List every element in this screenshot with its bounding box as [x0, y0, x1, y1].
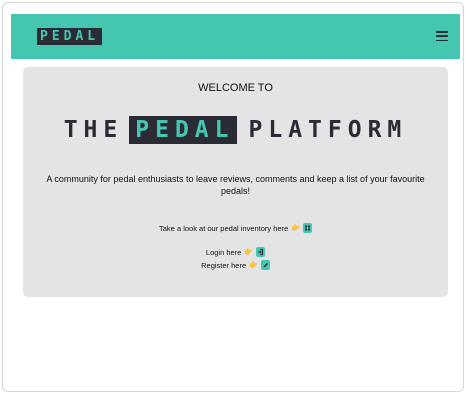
tagline: A community for pedal enthusiasts to lea…	[46, 174, 425, 196]
inventory-line: Take a look at our pedal inventory here …	[23, 223, 448, 233]
inventory-button[interactable]	[302, 223, 312, 233]
title-platform: PLATFORM	[248, 117, 408, 143]
login-button[interactable]	[256, 247, 266, 257]
title-pedal: PEDAL	[129, 116, 237, 144]
login-icon	[258, 249, 264, 255]
register-button[interactable]	[260, 260, 270, 270]
browser-frame: PEDAL WELCOME TO THE PEDAL PLATFORM A co…	[2, 2, 464, 392]
register-line: Register here 👉	[23, 260, 448, 270]
brand-logo-text: PEDAL	[40, 29, 100, 44]
welcome-heading: WELCOME TO	[198, 82, 273, 94]
pencil-icon	[263, 263, 268, 268]
inventory-label: Take a look at our pedal inventory here	[159, 223, 289, 233]
register-label: Register here	[201, 260, 247, 270]
pointing-hand-icon: 👉	[291, 225, 300, 232]
pointing-hand-icon: 👉	[249, 262, 258, 269]
platform-title: THE PEDAL PLATFORM	[23, 116, 448, 144]
hamburger-icon[interactable]	[436, 31, 448, 41]
grid-icon	[304, 225, 310, 231]
login-label: Login here	[205, 247, 242, 257]
brand-logo[interactable]: PEDAL	[37, 28, 103, 45]
login-line: Login here 👉	[23, 247, 448, 257]
pointing-hand-icon: 👉	[244, 249, 254, 256]
title-the: THE	[63, 117, 124, 143]
navbar: PEDAL	[11, 14, 460, 59]
welcome-card: WELCOME TO THE PEDAL PLATFORM A communit…	[23, 67, 448, 297]
